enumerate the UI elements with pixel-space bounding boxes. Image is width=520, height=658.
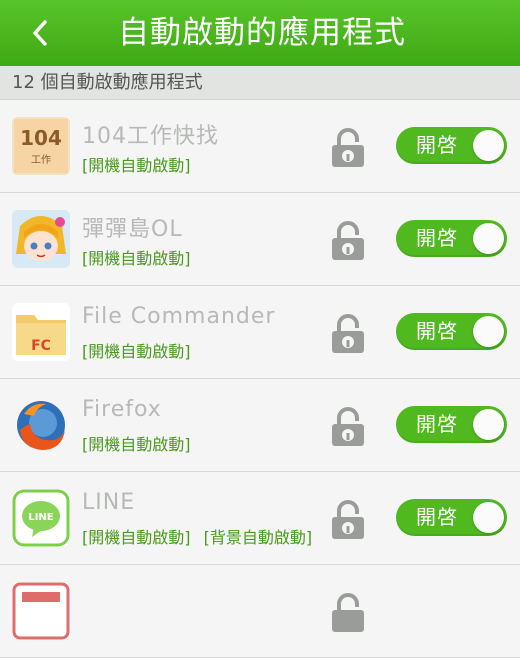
lock-button[interactable] — [330, 407, 366, 447]
tag-boot-start: [開機自動啟動] — [82, 528, 191, 547]
app-name: 104工作快找 — [82, 124, 219, 149]
app-header: 自動啟動的應用程式 — [0, 0, 520, 66]
app-name: Firefox — [82, 397, 162, 422]
tag-background-start: [背景自動啟動] — [203, 528, 313, 547]
tag-boot-start: [開機自動啟動] — [82, 342, 191, 361]
lock-button[interactable] — [330, 314, 366, 354]
toggle-label: 開啓 — [416, 226, 458, 250]
unlock-icon — [332, 128, 364, 167]
104-app-icon: 104 工作 — [12, 117, 70, 175]
toggle-label: 開啓 — [416, 133, 458, 157]
toggle-label: 開啓 — [416, 412, 458, 436]
unlock-icon — [332, 407, 364, 446]
auto-start-toggle[interactable]: 開啓 — [396, 127, 507, 164]
toggle-label: 開啓 — [416, 505, 458, 529]
unlock-icon — [332, 500, 364, 539]
list-item: 彈彈島OL [開機自動啟動] 開啓 — [0, 193, 520, 286]
svg-text:104: 104 — [20, 126, 62, 150]
page-title: 自動啟動的應用程式 — [118, 15, 406, 51]
tag-boot-start: [開機自動啟動] — [82, 249, 191, 268]
toggle-knob — [473, 130, 504, 161]
app-name: LINE — [82, 490, 136, 515]
toggle-knob — [473, 223, 504, 254]
tag-boot-start: [開機自動啟動] — [82, 156, 191, 175]
app-icon — [12, 582, 70, 640]
anime-game-icon — [12, 210, 70, 268]
firefox-icon — [12, 396, 70, 454]
svg-text:FC: FC — [31, 338, 51, 354]
lock-button[interactable] — [330, 128, 366, 168]
lock-button[interactable] — [330, 221, 366, 261]
list-item: Firefox [開機自動啟動] 開啓 — [0, 379, 520, 472]
auto-start-toggle[interactable]: 開啓 — [396, 313, 507, 350]
auto-start-toggle[interactable]: 開啓 — [396, 220, 507, 257]
app-list: 104 工作 104工作快找 [開機自動啟動] 開啓 彈彈島OL [開機自動啟動… — [0, 100, 520, 658]
unlock-icon — [332, 221, 364, 260]
tag-boot-start: [開機自動啟動] — [82, 435, 191, 454]
toggle-knob — [473, 316, 504, 347]
lock-button[interactable] — [330, 593, 366, 633]
list-item: LINE LINE [開機自動啟動] [背景自動啟動] 開啓 — [0, 472, 520, 565]
toggle-knob — [473, 409, 504, 440]
line-icon: LINE — [12, 489, 70, 547]
app-tags: [開機自動啟動] — [82, 338, 191, 362]
toggle-knob — [473, 502, 504, 533]
app-name: 彈彈島OL — [82, 217, 183, 242]
auto-start-toggle[interactable]: 開啓 — [396, 406, 507, 443]
list-item — [0, 565, 520, 658]
list-item: 104 工作 104工作快找 [開機自動啟動] 開啓 — [0, 100, 520, 193]
toggle-label: 開啓 — [416, 319, 458, 343]
svg-text:工作: 工作 — [31, 154, 51, 166]
unlock-icon — [332, 314, 364, 353]
app-tags: [開機自動啟動] — [82, 152, 191, 176]
unlock-icon — [332, 593, 364, 632]
app-tags: [開機自動啟動] [背景自動啟動] — [82, 524, 312, 548]
app-count-label: 12 個自動啟動應用程式 — [0, 66, 520, 100]
app-tags: [開機自動啟動] — [82, 431, 191, 455]
svg-text:LINE: LINE — [28, 512, 53, 523]
list-item: FC File Commander [開機自動啟動] 開啓 — [0, 286, 520, 379]
app-tags: [開機自動啟動] — [82, 245, 191, 269]
lock-button[interactable] — [330, 500, 366, 540]
auto-start-toggle[interactable]: 開啓 — [396, 499, 507, 536]
file-commander-icon: FC — [12, 303, 70, 361]
app-name: File Commander — [82, 304, 276, 329]
